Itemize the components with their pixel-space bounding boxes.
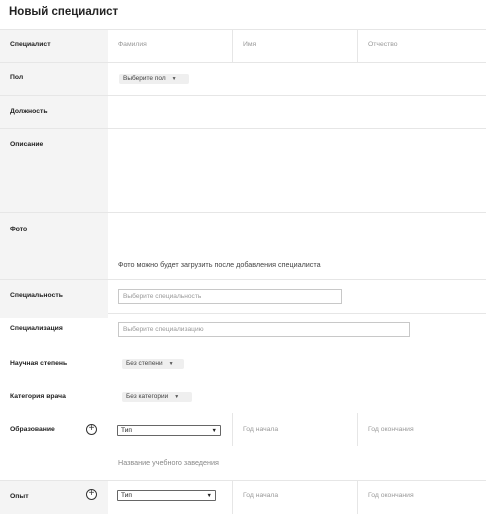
divider	[0, 279, 486, 280]
chevron-down-icon: ▼	[206, 493, 212, 499]
divider	[357, 29, 358, 62]
divider	[357, 480, 358, 514]
last-name-field[interactable]: Фамилия	[118, 41, 147, 48]
education-label: Образование	[10, 426, 55, 433]
experience-type-select[interactable]: Тип ▼	[117, 490, 216, 501]
divider	[232, 29, 233, 62]
degree-select-value: Без степени	[126, 360, 163, 367]
category-select[interactable]: Без категории ▼	[122, 392, 192, 402]
specialist-label: Специалист	[10, 41, 51, 48]
patronymic-field[interactable]: Отчество	[368, 41, 398, 48]
divider	[108, 313, 486, 314]
description-field[interactable]	[108, 129, 486, 211]
education-end-year-field[interactable]: Год окончания	[368, 426, 414, 433]
description-label: Описание	[10, 141, 44, 148]
caret-down-icon: ▼	[171, 76, 177, 82]
caret-down-icon: ▼	[174, 394, 180, 400]
education-start-year-field[interactable]: Год начала	[243, 426, 278, 433]
specialization-input[interactable]: Выберите специализацию	[118, 322, 410, 337]
photo-label: Фото	[10, 226, 28, 233]
experience-label: Опыт	[10, 493, 29, 500]
experience-end-year-field[interactable]: Год окончания	[368, 492, 414, 499]
gender-select[interactable]: Выберите пол ▼	[119, 74, 189, 84]
add-experience-icon[interactable]: +	[86, 489, 97, 500]
chevron-down-icon: ▼	[211, 428, 217, 434]
position-label: Должность	[10, 108, 48, 115]
label-column	[0, 29, 108, 318]
add-education-icon[interactable]: +	[86, 424, 97, 435]
position-field[interactable]	[108, 96, 486, 127]
first-name-field[interactable]: Имя	[243, 41, 256, 48]
education-type-select[interactable]: Тип ▼	[117, 425, 221, 436]
divider	[0, 212, 486, 213]
category-label: Категория врача	[10, 393, 66, 400]
experience-start-year-field[interactable]: Год начала	[243, 492, 278, 499]
divider	[232, 480, 233, 514]
specialization-label: Специализация	[10, 325, 63, 332]
experience-type-value: Тип	[121, 492, 132, 499]
degree-label: Научная степень	[10, 360, 68, 367]
category-select-value: Без категории	[126, 393, 169, 400]
education-type-value: Тип	[121, 427, 132, 434]
divider	[0, 480, 486, 481]
page-title: Новый специалист	[9, 6, 119, 18]
specialty-input[interactable]: Выберите специальность	[118, 289, 342, 304]
divider	[357, 413, 358, 446]
gender-select-value: Выберите пол	[123, 75, 166, 82]
specialty-label: Специальность	[10, 292, 63, 299]
divider	[0, 29, 486, 30]
degree-select[interactable]: Без степени ▼	[122, 359, 184, 369]
divider	[0, 62, 486, 63]
institution-field[interactable]: Название учебного заведения	[118, 458, 219, 467]
caret-down-icon: ▼	[168, 361, 174, 367]
gender-label: Пол	[10, 74, 24, 81]
divider	[232, 413, 233, 446]
photo-note: Фото можно будет загрузить после добавле…	[118, 260, 321, 269]
